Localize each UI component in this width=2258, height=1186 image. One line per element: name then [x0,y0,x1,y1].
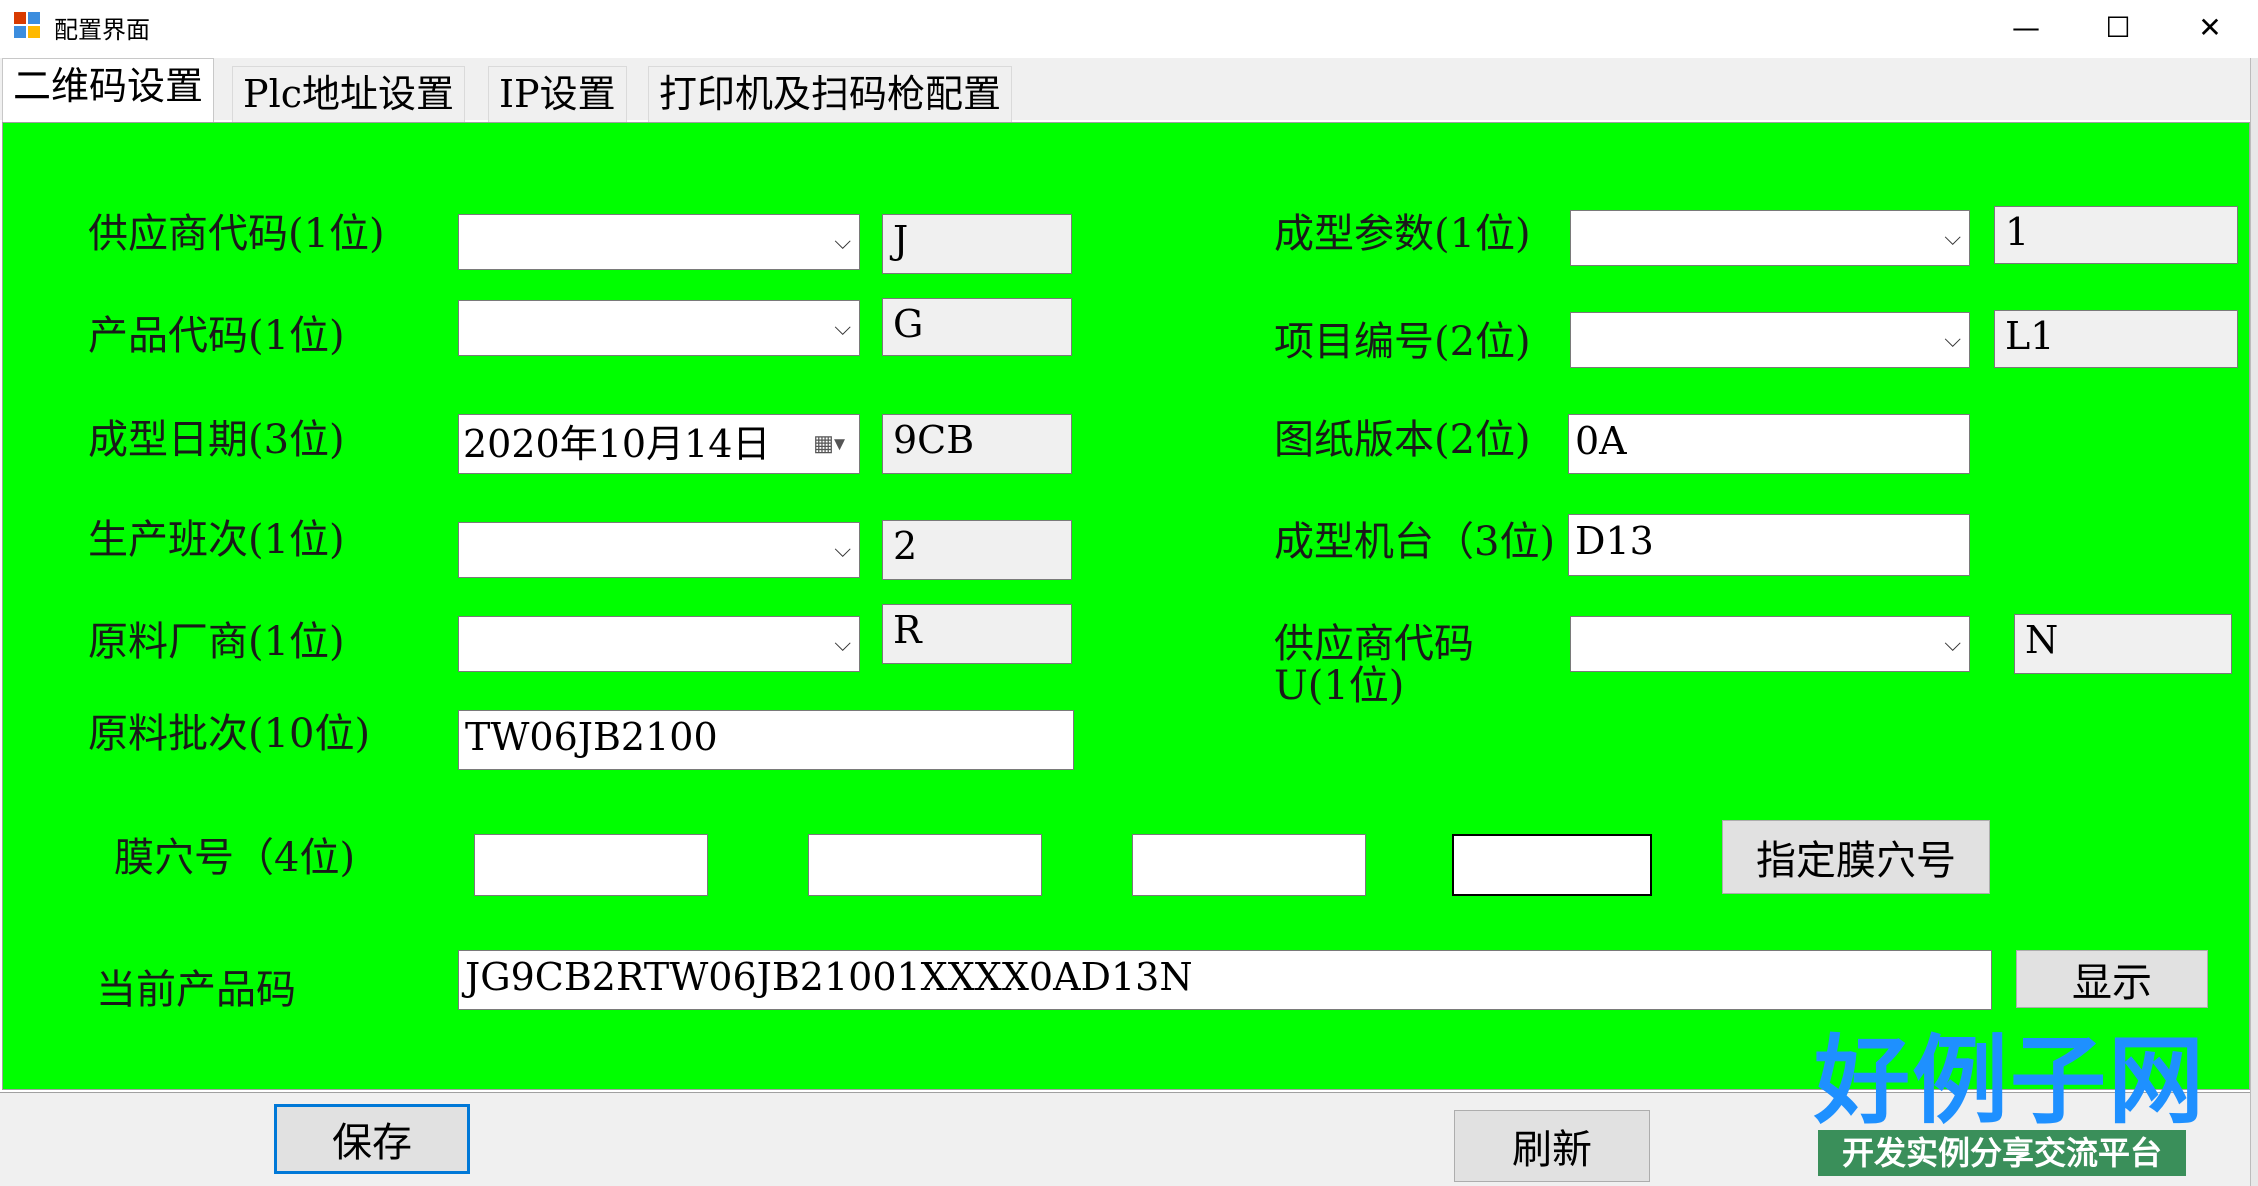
material-vendor-combo[interactable]: ⌵ [458,616,860,672]
calendar-icon[interactable]: ▦▾ [813,432,845,457]
drawing-rev-input[interactable]: 0A [1568,414,1970,474]
current-code-input[interactable]: JG9CB2RTW06JB21001XXXX0AD13N [458,950,1992,1010]
close-button[interactable]: ✕ [2164,0,2256,54]
chevron-down-icon: ⌵ [834,537,851,563]
molding-date-value: 9CB [882,414,1072,474]
product-code-label: 产品代码(1位) [88,313,345,359]
material-batch-label: 原料批次(10位) [88,711,371,757]
shift-value: 2 [882,520,1072,580]
chevron-down-icon: ⌵ [834,229,851,255]
assign-cavity-button[interactable]: 指定膜穴号 [1722,820,1990,894]
cavity-input-4[interactable] [1452,834,1652,896]
app-icon [14,12,44,42]
molding-date-label: 成型日期(3位) [88,417,345,463]
project-no-label: 项目编号(2位) [1274,319,1531,365]
supplier-code-u-label: 供应商代码 [1274,621,1474,667]
show-button[interactable]: 显示 [2016,950,2208,1008]
drawing-rev-label: 图纸版本(2位) [1274,417,1531,463]
chevron-down-icon: ⌵ [834,315,851,341]
material-vendor-label: 原料厂商(1位) [88,619,345,665]
watermark-slogan: 开发实例分享交流平台 [1818,1130,2186,1176]
chevron-down-icon: ⌵ [1944,631,1961,657]
tab-plc-address[interactable]: Plc地址设置 [232,66,466,122]
material-batch-input[interactable]: TW06JB2100 [458,710,1074,770]
material-vendor-value: R [882,604,1072,664]
cavity-input-2[interactable] [808,834,1042,896]
molding-date-picker[interactable]: 2020年10月14日 ▦▾ [458,414,860,474]
molding-param-label: 成型参数(1位) [1274,211,1531,257]
tab-printer-scanner[interactable]: 打印机及扫码枪配置 [648,66,1013,122]
title-bar [0,0,2258,58]
tab-ip-settings[interactable]: IP设置 [488,66,627,122]
molding-date-text: 2020年10月14日 [463,422,771,466]
molding-param-combo[interactable]: ⌵ [1570,210,1970,266]
machine-input[interactable]: D13 [1568,514,1970,576]
project-no-value: L1 [1994,310,2238,368]
product-code-combo[interactable]: ⌵ [458,300,860,356]
maximize-button[interactable]: ☐ [2072,0,2164,54]
cavity-input-3[interactable] [1132,834,1366,896]
save-button[interactable]: 保存 [274,1104,470,1174]
molding-param-value: 1 [1994,206,2238,264]
tab-qr-settings[interactable]: 二维码设置 [2,58,215,122]
supplier-code-u-sublabel: U(1位) [1274,663,1405,709]
shift-combo[interactable]: ⌵ [458,522,860,578]
refresh-button[interactable]: 刷新 [1454,1110,1650,1182]
supplier-code-value: J [882,214,1072,274]
watermark-logo: 好例子网 [1814,1025,2206,1137]
cavity-input-1[interactable] [474,834,708,896]
right-edge [2250,58,2258,1186]
minimize-button[interactable]: — [1980,0,2072,54]
chevron-down-icon: ⌵ [834,631,851,657]
cavity-label: 膜穴号（4位) [114,835,356,881]
machine-label: 成型机台（3位) [1274,519,1556,565]
shift-label: 生产班次(1位) [88,517,345,563]
chevron-down-icon: ⌵ [1944,327,1961,353]
project-no-combo[interactable]: ⌵ [1570,312,1970,368]
supplier-code-u-combo[interactable]: ⌵ [1570,616,1970,672]
supplier-code-label: 供应商代码(1位) [88,211,385,257]
supplier-code-combo[interactable]: ⌵ [458,214,860,270]
supplier-code-u-value: N [2014,614,2232,674]
product-code-value: G [882,298,1072,356]
settings-panel [2,122,2250,1090]
window-title: 配置界面 [54,16,150,44]
chevron-down-icon: ⌵ [1944,225,1961,251]
current-code-label: 当前产品码 [96,967,296,1013]
